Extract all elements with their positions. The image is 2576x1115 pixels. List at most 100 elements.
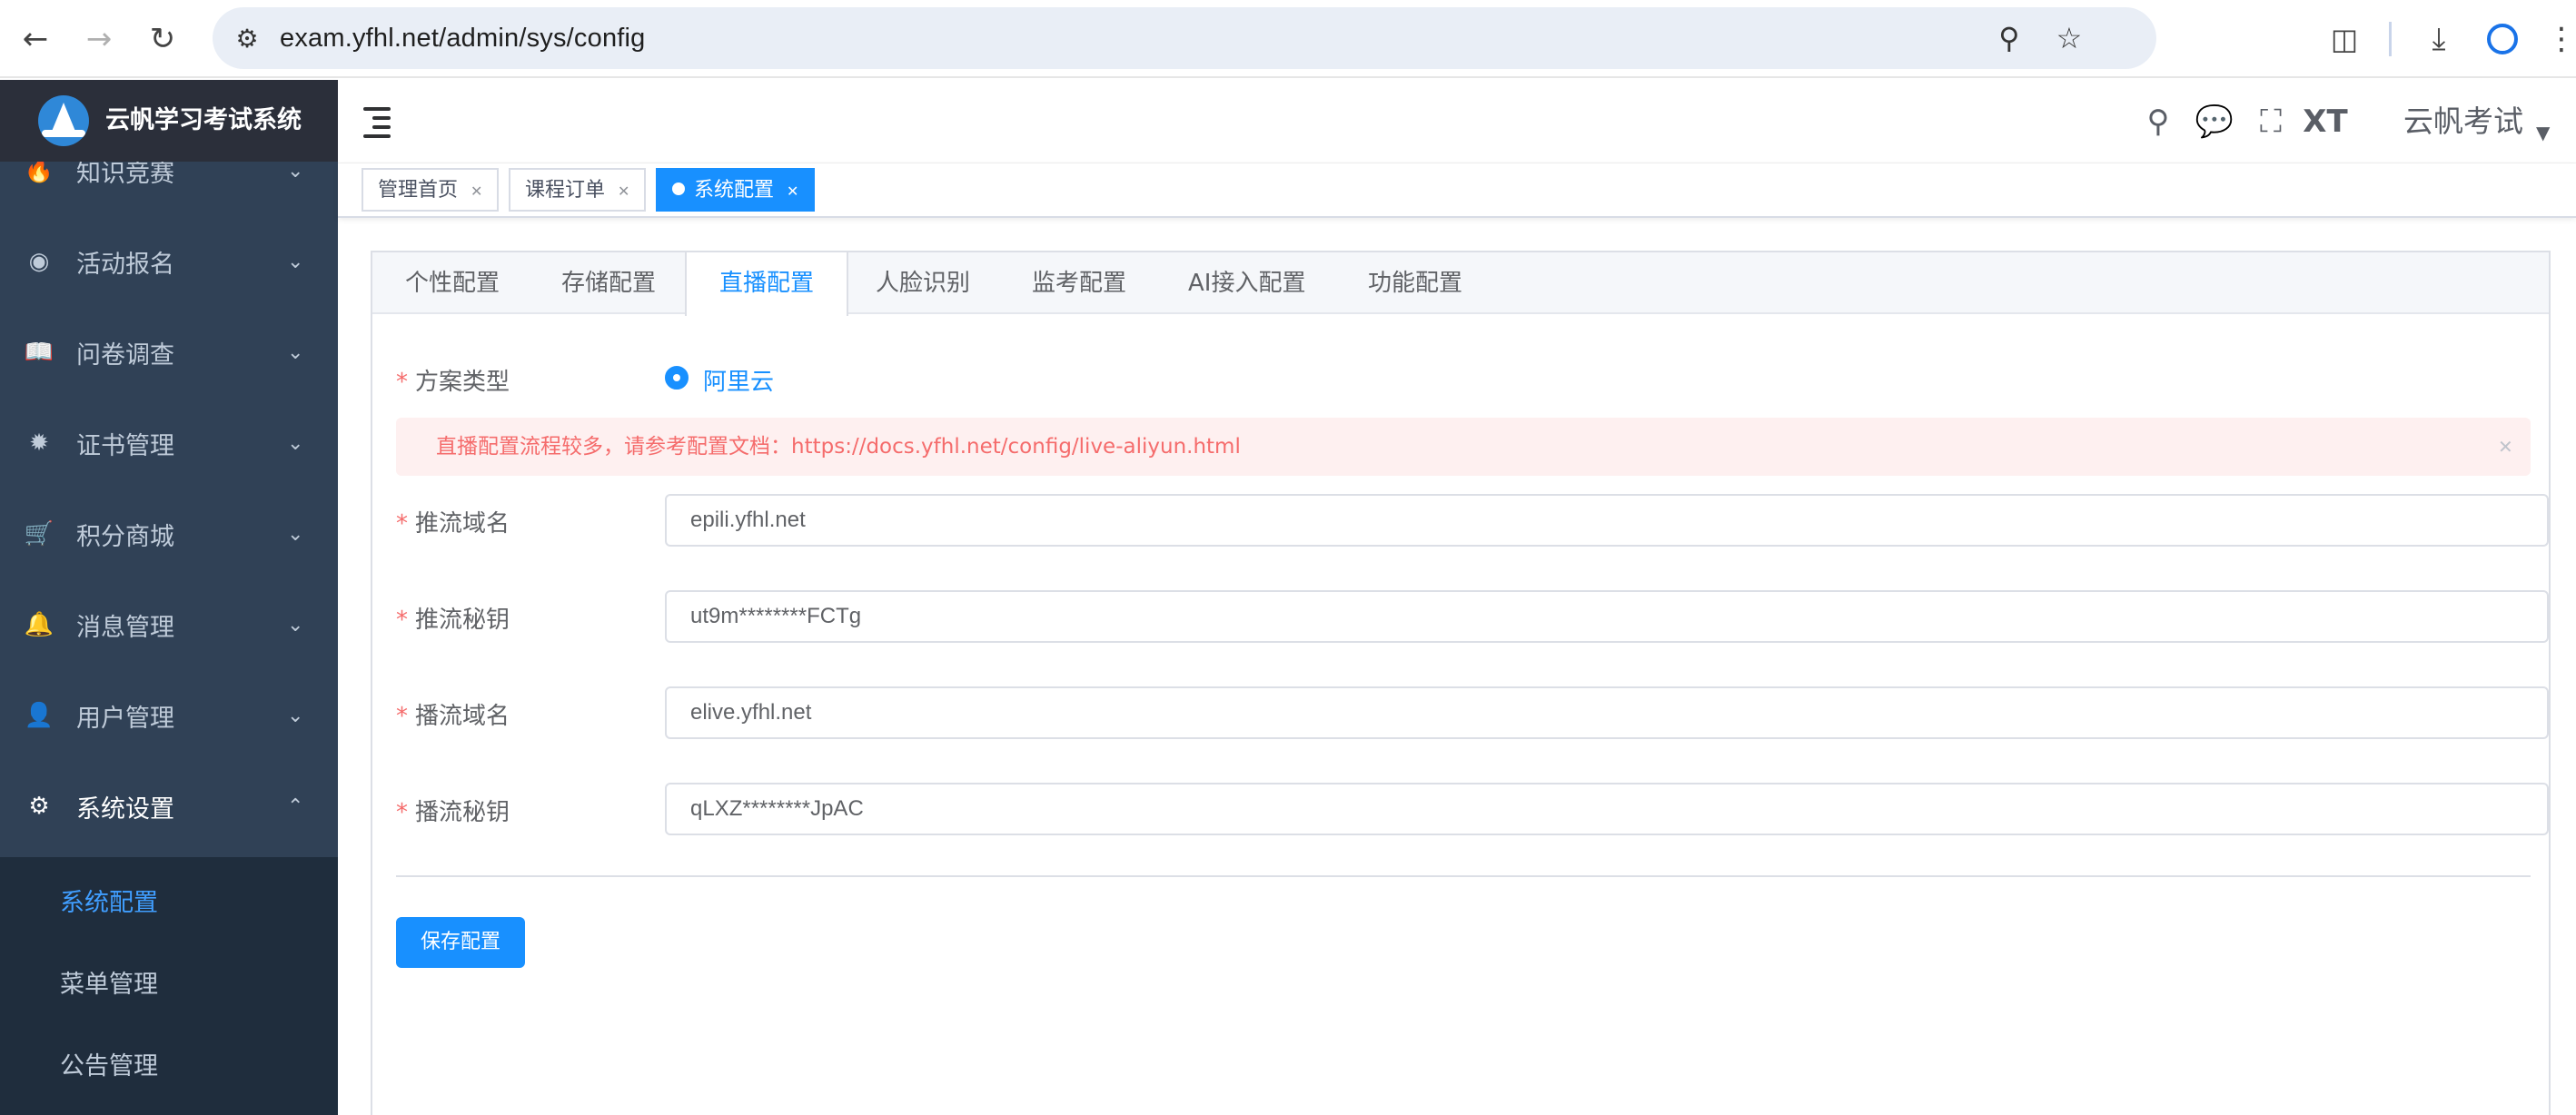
close-icon[interactable]: ✕: [787, 183, 798, 200]
collapse-menu-icon[interactable]: [363, 105, 396, 138]
sidebar-item-survey[interactable]: 📖 问卷调查 ⌄: [0, 307, 338, 398]
sidebar-item-users[interactable]: 👤 用户管理 ⌄: [0, 670, 338, 761]
active-dot-icon: [672, 183, 685, 195]
url-text[interactable]: exam.yfhl.net/admin/sys/config: [280, 7, 646, 69]
zoom-icon[interactable]: ⚲: [1991, 20, 2027, 56]
toolbar-divider: [2389, 22, 2392, 56]
submenu-item-system-config[interactable]: 系统配置: [0, 863, 338, 944]
tag-label: 课程订单: [525, 179, 606, 202]
form-divider: [396, 875, 2531, 877]
chevron-up-icon: ⌃: [287, 794, 304, 818]
save-config-button[interactable]: 保存配置: [396, 917, 525, 968]
sidebar-item-certificate[interactable]: ✹ 证书管理 ⌄: [0, 398, 338, 488]
logo-icon: [38, 95, 89, 146]
font-size-icon[interactable]: 𝗫T: [2303, 102, 2347, 142]
play-domain-label: * 播流域名: [396, 697, 510, 731]
fullscreen-icon[interactable]: ⛶: [2253, 102, 2289, 142]
tag-label: 管理首页: [378, 179, 459, 202]
required-mark: *: [396, 510, 408, 538]
label-text: 推流秘钥: [415, 607, 510, 634]
chevron-down-icon: ⌄: [287, 159, 304, 183]
scheme-label: * 方案类型: [396, 363, 510, 397]
tab-face-recognition[interactable]: 人脸识别: [843, 252, 1003, 314]
bell-icon: 🔔: [24, 611, 54, 638]
forward-arrow-icon[interactable]: →: [76, 16, 122, 62]
tab-ai-config[interactable]: AI接入配置: [1155, 252, 1338, 314]
site-settings-icon[interactable]: ⚙: [229, 20, 265, 56]
download-icon[interactable]: ⤓: [2416, 16, 2462, 62]
tag-home[interactable]: 管理首页 ✕: [362, 168, 500, 212]
chevron-down-icon: ⌄: [287, 431, 304, 455]
tab-live-config[interactable]: 直播配置: [685, 252, 849, 316]
radio-aliyun[interactable]: [665, 366, 689, 390]
push-domain-label: * 推流域名: [396, 505, 510, 538]
tags-view: 管理首页 ✕ 课程订单 ✕ 系统配置 ✕: [338, 163, 2576, 218]
tag-course-orders[interactable]: 课程订单 ✕: [509, 168, 647, 212]
alert-text: 直播配置流程较多，请参考配置文档：https://docs.yfhl.net/c…: [436, 435, 1241, 459]
cart-icon: 🛒: [24, 520, 54, 548]
label-text: 播流域名: [415, 703, 510, 730]
form-row-play-domain: * 播流域名 elive.yfhl.net: [396, 686, 2549, 739]
live-config-alert: 直播配置流程较多，请参考配置文档：https://docs.yfhl.net/c…: [396, 418, 2531, 476]
tag-system-config[interactable]: 系统配置 ✕: [656, 168, 816, 212]
submenu-item-notice-management[interactable]: 公告管理: [0, 1026, 338, 1108]
sidebar-item-mall[interactable]: 🛒 积分商城 ⌄: [0, 488, 338, 579]
top-navbar: ⚲ 💬 ⛶ 𝗫T 云帆考试 ▼: [338, 80, 2576, 163]
sidebar-item-label: 积分商城: [76, 522, 174, 551]
address-bar[interactable]: ⚙ exam.yfhl.net/admin/sys/config ⚲ ☆: [213, 7, 2156, 69]
reload-icon[interactable]: ↻: [140, 16, 185, 62]
system-settings-submenu: 系统配置 菜单管理 公告管理: [0, 857, 338, 1115]
play-domain-input[interactable]: elive.yfhl.net: [665, 686, 2549, 739]
required-mark: *: [396, 799, 408, 826]
activity-icon: ◉: [28, 248, 50, 275]
search-icon[interactable]: ⚲: [2140, 102, 2176, 142]
close-icon[interactable]: ✕: [2498, 418, 2513, 476]
more-menu-icon[interactable]: ⋮: [2546, 16, 2576, 62]
tag-label: 系统配置: [694, 179, 775, 202]
sidebar-item-label: 消息管理: [76, 613, 174, 642]
required-mark: *: [396, 703, 408, 730]
required-mark: *: [396, 369, 408, 396]
play-key-input[interactable]: qLXZ********JpAC: [665, 783, 2549, 835]
logo-bar[interactable]: 云帆学习考试系统: [0, 80, 338, 162]
tab-storage-config[interactable]: 存储配置: [529, 252, 689, 314]
sidebar-item-activity[interactable]: ◉ 活动报名 ⌄: [0, 216, 338, 307]
close-icon[interactable]: ✕: [471, 183, 482, 200]
chevron-down-icon: ⌄: [287, 704, 304, 727]
user-name[interactable]: 云帆考试: [2403, 102, 2523, 142]
chat-icon[interactable]: 💬: [2195, 102, 2234, 142]
sidebar-item-label: 证书管理: [76, 431, 174, 460]
extensions-icon[interactable]: ◫: [2322, 16, 2367, 62]
profile-icon[interactable]: [2480, 16, 2525, 62]
config-card: 个性配置 存储配置 直播配置 人脸识别 监考配置 AI接入配置 功能配置 * 方案…: [371, 251, 2551, 1115]
config-tabs: 个性配置 存储配置 直播配置 人脸识别 监考配置 AI接入配置 功能配置: [372, 252, 2549, 316]
form-row-scheme: * 方案类型 阿里云: [396, 360, 2531, 396]
sidebar-item-system-settings[interactable]: ⚙ 系统设置 ⌃: [0, 761, 338, 852]
close-icon[interactable]: ✕: [618, 183, 629, 200]
back-arrow-icon[interactable]: ←: [13, 16, 58, 62]
sidebar-item-messages[interactable]: 🔔 消息管理 ⌄: [0, 579, 338, 670]
sidebar-item-label: 问卷调查: [76, 340, 174, 370]
sidebar-item-label: 用户管理: [76, 704, 174, 733]
push-key-label: * 推流秘钥: [396, 601, 510, 635]
required-mark: *: [396, 607, 408, 634]
sidebar-item-label: 系统设置: [76, 794, 174, 824]
label-text: 推流域名: [415, 510, 510, 538]
bookmark-star-icon[interactable]: ☆: [2051, 20, 2087, 56]
tab-feature-config[interactable]: 功能配置: [1335, 252, 1495, 314]
tab-personal-config[interactable]: 个性配置: [372, 252, 532, 314]
logo-title: 云帆学习考试系统: [105, 106, 302, 134]
push-domain-input[interactable]: epili.yfhl.net: [665, 494, 2549, 547]
push-key-input[interactable]: ut9m********FCTg: [665, 590, 2549, 643]
gear-icon: ⚙: [28, 793, 50, 820]
submenu-item-menu-management[interactable]: 菜单管理: [0, 944, 338, 1026]
radio-aliyun-label[interactable]: 阿里云: [703, 363, 774, 397]
chevron-down-icon: ⌄: [287, 613, 304, 636]
caret-down-icon[interactable]: ▼: [2536, 122, 2550, 143]
label-text: 播流秘钥: [415, 799, 510, 826]
tab-proctoring-config[interactable]: 监考配置: [999, 252, 1159, 314]
play-key-label: * 播流秘钥: [396, 794, 510, 827]
chevron-down-icon: ⌄: [287, 250, 304, 273]
form-row-push-key: * 推流秘钥 ut9m********FCTg: [396, 590, 2549, 643]
sidebar: 云帆学习考试系统 🔥 知识竞赛 ⌄ ◉ 活动报名 ⌄ 📖 问卷调查 ⌄ ✹ 证书…: [0, 80, 338, 1115]
